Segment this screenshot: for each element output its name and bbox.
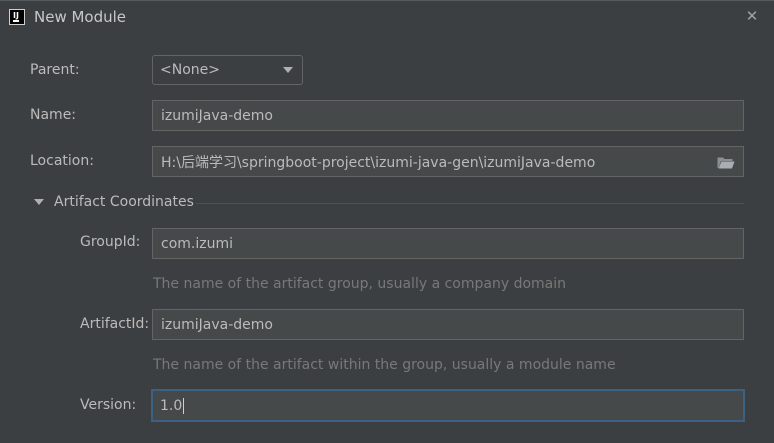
- artifact-id-hint: The name of the artifact within the grou…: [153, 357, 616, 373]
- artifact-id-label: ArtifactId:: [80, 316, 150, 332]
- section-divider: [196, 203, 744, 204]
- title-bar: IJ New Module ✕: [0, 0, 774, 33]
- text-caret: [183, 397, 185, 414]
- close-icon[interactable]: ✕: [744, 7, 760, 25]
- group-id-label: GroupId:: [80, 234, 141, 250]
- version-label: Version:: [80, 397, 137, 413]
- parent-dropdown[interactable]: <None>: [152, 55, 303, 85]
- location-field-value: H:\后端学习\springboot-project\izumi-java-ge…: [161, 154, 596, 171]
- window-title: New Module: [34, 8, 127, 26]
- artifact-id-field-value: izumiJava-demo: [161, 316, 273, 333]
- folder-open-icon[interactable]: [717, 156, 735, 169]
- version-field-value: 1.0: [160, 397, 183, 414]
- intellij-app-icon: IJ: [9, 9, 25, 25]
- name-label: Name:: [30, 107, 77, 123]
- group-id-hint: The name of the artifact group, usually …: [153, 276, 566, 292]
- name-field[interactable]: izumiJava-demo: [152, 100, 744, 131]
- artifact-coordinates-title: Artifact Coordinates: [54, 194, 194, 210]
- parent-label: Parent:: [30, 62, 80, 78]
- collapse-triangle-icon: [34, 199, 44, 205]
- group-id-field-value: com.izumi: [161, 235, 233, 252]
- chevron-down-icon: [283, 67, 293, 73]
- name-field-value: izumiJava-demo: [161, 107, 273, 124]
- group-id-field[interactable]: com.izumi: [152, 228, 744, 259]
- version-field[interactable]: 1.0: [151, 389, 745, 422]
- artifact-id-field[interactable]: izumiJava-demo: [152, 309, 744, 340]
- parent-dropdown-value: <None>: [160, 62, 220, 78]
- location-field[interactable]: H:\后端学习\springboot-project\izumi-java-ge…: [152, 146, 744, 177]
- artifact-coordinates-toggle[interactable]: Artifact Coordinates: [34, 194, 194, 210]
- location-label: Location:: [30, 153, 94, 169]
